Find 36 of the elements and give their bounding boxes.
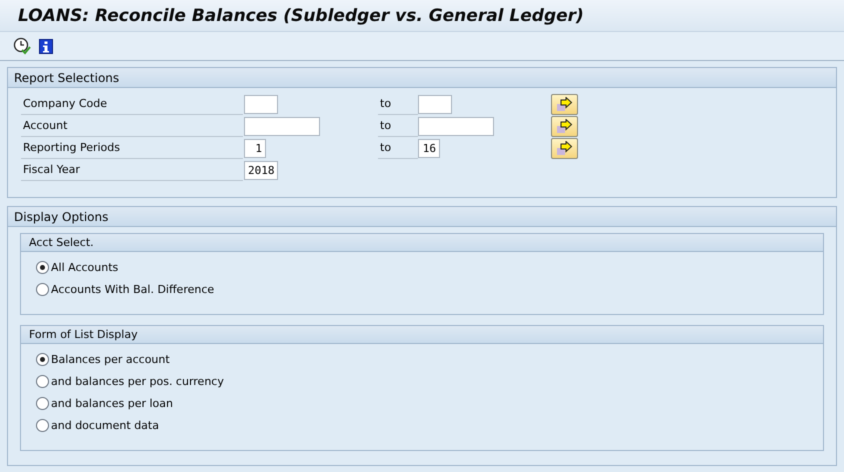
option-label: Accounts With Bal. Difference — [51, 282, 214, 296]
group-title: Acct Select. — [21, 234, 823, 252]
info-icon[interactable] — [39, 38, 53, 54]
arrow-icon — [556, 140, 573, 156]
input-field[interactable]: 1 — [244, 138, 266, 158]
input-field[interactable] — [244, 116, 320, 136]
group-title: Form of List Display — [21, 326, 823, 344]
option-label: and balances per pos. currency — [51, 374, 224, 388]
multiple-selection-button[interactable] — [551, 116, 578, 136]
multiple-selection-button[interactable] — [551, 94, 578, 114]
radio-button[interactable] — [36, 396, 49, 410]
window-title: LOANS: Reconcile Balances (Subledger vs. General Ledger) — [18, 6, 584, 26]
group-title: Report Selections — [8, 68, 836, 88]
radio-button[interactable] — [36, 282, 49, 296]
radio-button[interactable] — [36, 260, 49, 274]
input-field[interactable] — [244, 94, 278, 114]
option-label: Balances per account — [51, 352, 170, 366]
radio-button[interactable] — [36, 418, 49, 432]
input-field[interactable]: 16 — [418, 138, 440, 158]
input-field[interactable] — [418, 116, 494, 136]
field-label: Fiscal Year — [21, 159, 243, 181]
execute-icon[interactable] — [13, 37, 31, 56]
radio-button[interactable] — [36, 374, 49, 388]
option-label: and document data — [51, 418, 159, 432]
field-label: Company Code — [21, 93, 243, 115]
arrow-icon — [556, 96, 573, 112]
option-label: and balances per loan — [51, 396, 173, 410]
multiple-selection-button[interactable] — [551, 138, 578, 158]
input-field[interactable]: 2018 — [244, 160, 278, 180]
radio-button[interactable] — [36, 352, 49, 366]
group-title: Display Options — [8, 207, 836, 227]
field-label: Reporting Periods — [21, 137, 243, 159]
option-label: All Accounts — [51, 260, 118, 274]
field-label: Account — [21, 115, 243, 137]
input-field[interactable] — [418, 94, 452, 114]
arrow-icon — [556, 118, 573, 134]
